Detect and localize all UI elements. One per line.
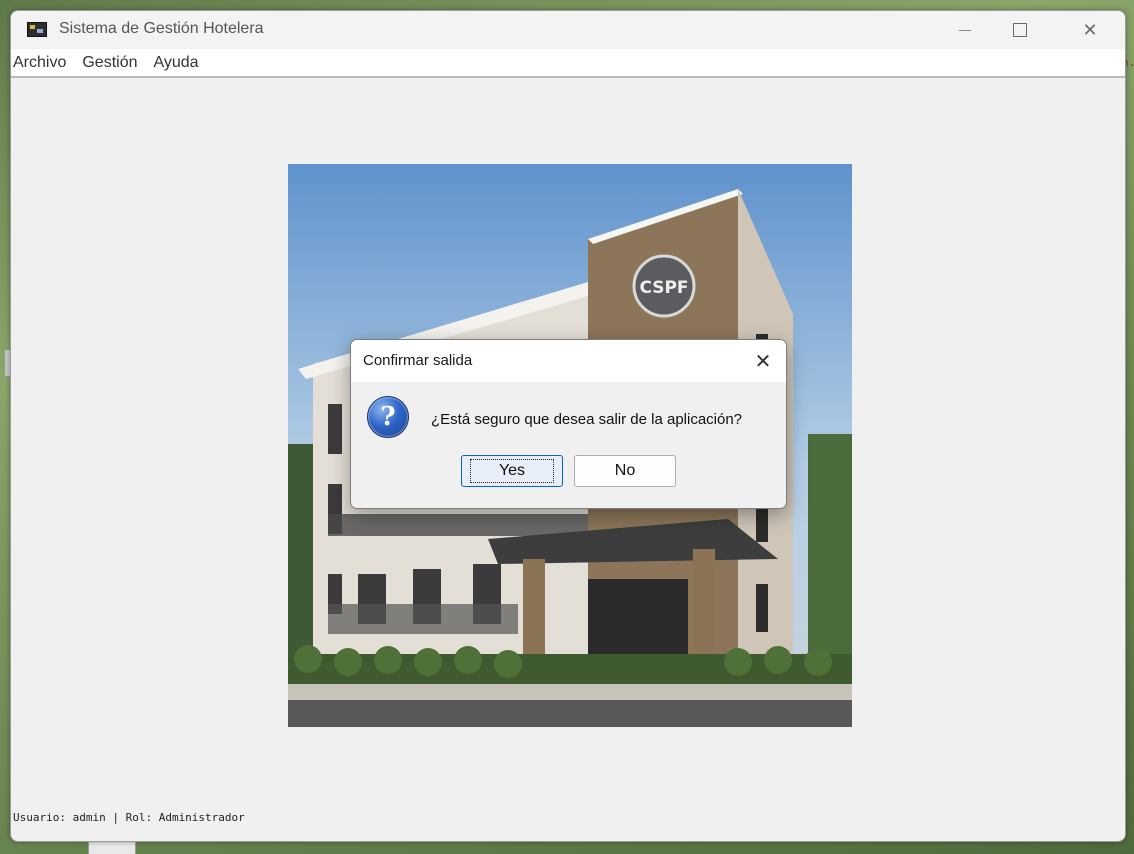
close-button[interactable]: ✕: [1067, 11, 1113, 49]
minimize-icon: [959, 29, 971, 31]
dialog-title-bar[interactable]: Confirmar salida ✕: [351, 340, 786, 382]
maximize-button[interactable]: [997, 11, 1043, 49]
question-mark-glyph: ?: [380, 402, 396, 432]
minimize-button[interactable]: [942, 11, 988, 49]
yes-button[interactable]: Yes: [461, 455, 563, 487]
cspf-logo-text: CSPF: [639, 278, 688, 298]
dialog-message: ¿Está seguro que desea salir de la aplic…: [431, 411, 743, 428]
maximize-icon: [1013, 23, 1027, 37]
menu-archivo[interactable]: Archivo: [13, 54, 74, 72]
close-icon: ✕: [754, 349, 772, 373]
window-title: Sistema de Gestión Hotelera: [59, 20, 264, 37]
status-bar: Usuario: admin | Rol: Administrador: [13, 811, 245, 824]
question-icon: ?: [367, 396, 409, 438]
menu-bar: Archivo Gestión Ayuda: [11, 49, 1125, 78]
no-button-label: No: [614, 462, 636, 479]
app-icon: [27, 22, 47, 37]
yes-button-label: Yes: [469, 459, 555, 483]
dialog-title: Confirmar salida: [363, 352, 473, 369]
no-button[interactable]: No: [574, 455, 676, 487]
confirm-exit-dialog: Confirmar salida ✕ ? ¿Está seguro que de…: [350, 339, 787, 509]
title-bar[interactable]: Sistema de Gestión Hotelera ✕: [11, 11, 1125, 49]
menu-ayuda[interactable]: Ayuda: [154, 54, 207, 72]
dialog-close-button[interactable]: ✕: [746, 344, 780, 378]
close-icon: ✕: [1082, 19, 1098, 41]
menu-gestion[interactable]: Gestión: [82, 54, 145, 72]
